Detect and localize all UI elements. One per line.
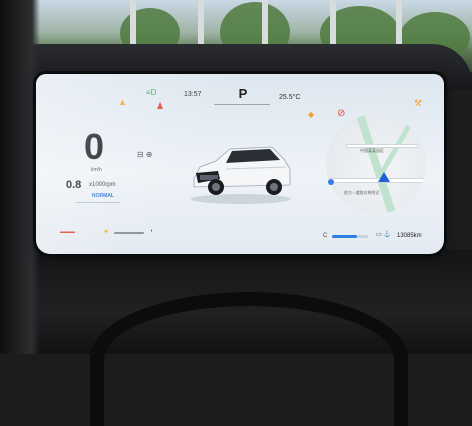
navigation-map[interactable]: 中国某某园区 前方 / 道路名称附近 xyxy=(326,114,426,214)
warning-icon: ▲ xyxy=(118,97,127,107)
map-label-bottom: 前方 / 道路名称附近 xyxy=(344,190,380,195)
battery-level-fill xyxy=(332,235,358,238)
brake-warning-icon: ⊘ xyxy=(337,108,346,119)
car-assist-icon: ⊟ xyxy=(137,150,146,159)
clock-time: 13:57 xyxy=(184,91,202,98)
assist-icons: ⊟⊕ xyxy=(137,150,154,159)
mode-divider xyxy=(76,202,120,203)
bottom-status-bar: ▬▬▬ ☀ ◗ C ▭ ⚓ 13085km xyxy=(46,225,434,249)
track-end-icon: ◗ xyxy=(150,228,154,234)
left-indicator-label: ▬▬▬ xyxy=(60,229,75,235)
engine-warning-icon: ◆ xyxy=(308,110,315,119)
odometer-value: 13085km xyxy=(397,233,422,239)
drive-mode: NORMAL xyxy=(92,193,114,199)
navigation-arrow-icon xyxy=(378,172,390,182)
steering-wheel xyxy=(90,292,408,426)
battery-level-bar xyxy=(332,235,368,238)
odometer-icon: ▭ ⚓ xyxy=(376,232,391,238)
map-label-top: 中国某某园区 xyxy=(360,148,384,153)
headlight-icon: ≡D xyxy=(146,88,157,97)
instrument-cluster-screen: ▲ ≡D ♟ 13:57 P 25.5°C ◆ ⊘ ⚒ 0 km/h 0.8 x… xyxy=(36,74,444,254)
gear-indicator: P xyxy=(238,86,248,101)
wrench-icon: ⚒ xyxy=(414,98,423,108)
seatbelt-icon: ♟ xyxy=(156,101,165,111)
rpm-value: 0.8 xyxy=(66,179,82,191)
steering-assist-icon: ⊕ xyxy=(145,150,155,159)
vehicle-image xyxy=(191,146,291,204)
range-label: C xyxy=(323,233,328,239)
outside-temperature: 25.5°C xyxy=(279,94,301,101)
speed-unit: km/h xyxy=(91,167,102,173)
brightness-track xyxy=(114,232,144,234)
a-pillar xyxy=(0,0,40,354)
gear-underline xyxy=(214,104,270,105)
brightness-icon: ☀ xyxy=(103,229,110,236)
location-dot-icon xyxy=(328,179,334,185)
speed-value: 0 xyxy=(84,126,105,167)
rpm-unit: x1000rpm xyxy=(89,182,116,188)
